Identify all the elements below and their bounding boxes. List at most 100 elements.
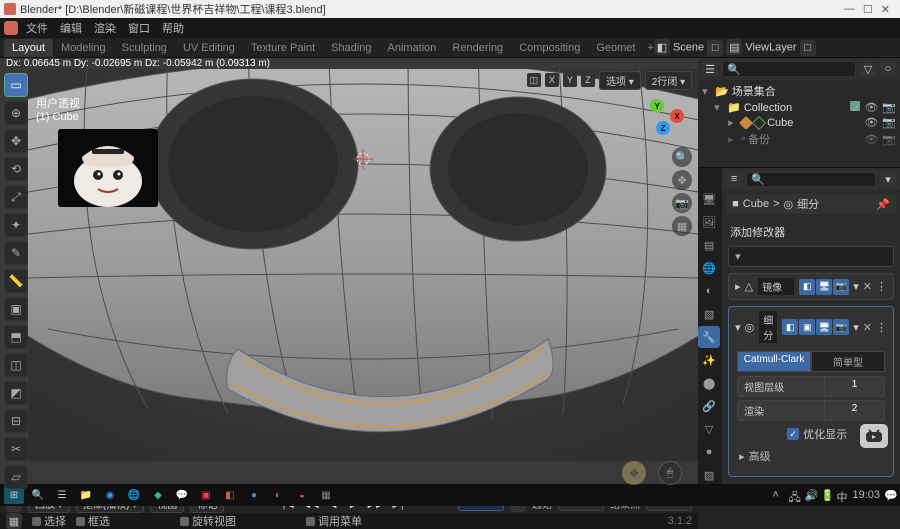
minimize-button[interactable]: — (844, 3, 855, 16)
menu-edit[interactable]: 编辑 (56, 20, 86, 36)
maximize-button[interactable]: ☐ (863, 3, 873, 16)
mod-display-realtime[interactable]: 🖥 (816, 279, 832, 295)
proptab-texture[interactable]: ▨ (698, 464, 720, 486)
proptab-render[interactable]: 🖥 (698, 188, 720, 210)
outliner-new-collection[interactable]: ○ (880, 61, 896, 77)
tab-uv[interactable]: UV Editing (175, 39, 243, 57)
outliner-collection[interactable]: ▾📁Collection ✓👁📷 (702, 100, 896, 115)
tool-move[interactable]: ✥ (4, 129, 28, 153)
modifier-remove-button[interactable]: ✕ (863, 280, 872, 293)
axis-lock-y[interactable]: Y (563, 73, 577, 87)
render-levels-field[interactable]: 2 (825, 400, 885, 421)
shading-dropdown[interactable]: 2行闭 ▾ (645, 71, 692, 90)
tab-sculpting[interactable]: Sculpting (114, 39, 175, 57)
scene-new-button[interactable]: □ (707, 40, 723, 56)
mod-dropdown[interactable]: ▾ (853, 321, 859, 334)
axis-lock-z[interactable]: Z (581, 73, 595, 87)
axis-overlay-split[interactable]: ◫ (527, 73, 541, 87)
tool-annotate[interactable]: ✎ (4, 241, 28, 265)
tab-shading[interactable]: Shading (323, 39, 379, 57)
tray-batt-icon[interactable]: 🔋 (820, 489, 832, 501)
props-editor-icon[interactable]: ≡ (726, 171, 742, 187)
proportional-dropdown[interactable]: 选项 ▾ (599, 71, 641, 90)
modifier-name-field[interactable]: 细分 (758, 310, 778, 344)
axis-lock-x[interactable]: X (545, 73, 559, 87)
orientation-gizmo[interactable]: X Y Z (642, 97, 682, 137)
tray-ime-icon[interactable]: 中 (836, 489, 848, 501)
modifier-collapse-icon[interactable]: ▸ (735, 280, 741, 293)
modifier-collapse-icon[interactable]: ▾ (735, 321, 741, 334)
props-search[interactable]: 🔍 (746, 172, 876, 187)
viewport-levels-field[interactable]: 1 (825, 376, 885, 397)
mod-display-editmode[interactable]: ◧ (799, 279, 815, 295)
add-modifier-dropdown[interactable]: ▾ (728, 246, 894, 267)
tab-animation[interactable]: Animation (380, 39, 445, 57)
mod-display-render[interactable]: 📷 (833, 279, 849, 295)
menu-window[interactable]: 窗口 (124, 20, 154, 36)
tool-inset[interactable]: ◫ (4, 353, 28, 377)
zoom-button[interactable]: 🔍 (672, 147, 692, 167)
menu-help[interactable]: 帮助 (158, 20, 188, 36)
reference-image[interactable] (58, 129, 158, 207)
viewlayer-new-button[interactable]: □ (800, 40, 816, 56)
tool-rotate[interactable]: ⟲ (4, 157, 28, 181)
mod-display-cage[interactable]: ▣ (799, 319, 815, 335)
outliner-search[interactable]: 🔍 (722, 61, 856, 77)
proptab-output[interactable]: 🖼 (698, 211, 720, 233)
proptab-viewlayer[interactable]: ▤ (698, 234, 720, 256)
tool-polybuild[interactable]: ▱ (4, 465, 28, 489)
task-app5[interactable]: ◐ (268, 486, 288, 504)
proptab-object[interactable]: ▧ (698, 303, 720, 325)
proptab-physics[interactable]: ⬤ (698, 372, 720, 394)
mod-extras[interactable]: ⋮ (876, 321, 887, 334)
task-app4[interactable]: ● (244, 486, 264, 504)
subdiv-type-catmull[interactable]: Catmull-Clark (737, 351, 811, 372)
3d-viewport[interactable]: ◫ X Y Z 选项 ▾ 2行闭 ▾ 用户透视 (1) Cube (28, 69, 698, 493)
task-blender[interactable]: ◒ (292, 486, 312, 504)
task-chrome[interactable]: 🌐 (124, 486, 144, 504)
subdiv-type-simple[interactable]: 简单型 (811, 351, 885, 372)
tray-up-icon[interactable]: ˄ (772, 489, 784, 501)
viewlayer-field[interactable]: ViewLayer (745, 42, 796, 54)
mod-display-render[interactable]: 📷 (833, 319, 849, 335)
tool-loopcut[interactable]: ⊟ (4, 409, 28, 433)
task-app1[interactable]: ◆ (148, 486, 168, 504)
mod-dropdown[interactable]: ▾ (853, 280, 859, 293)
pan-button[interactable]: ✥ (672, 170, 692, 190)
task-explorer[interactable]: 📁 (76, 486, 96, 504)
tool-knife[interactable]: ✂ (4, 437, 28, 461)
tool-transform[interactable]: ✦ (4, 213, 28, 237)
tool-add-cube[interactable]: ▣ (4, 297, 28, 321)
outliner-type-icon[interactable]: ☰ (702, 61, 718, 77)
outliner-filter-button[interactable]: ▽ (860, 61, 876, 77)
proptab-scene[interactable]: 🌐 (698, 257, 720, 279)
proptab-modifiers[interactable]: 🔧 (698, 326, 720, 348)
camera-button[interactable]: 📷 (672, 193, 692, 213)
tool-select-box[interactable]: ▭ (4, 73, 28, 97)
tab-rendering[interactable]: Rendering (444, 39, 511, 57)
viewlayer-icon[interactable]: ▤ (726, 39, 742, 55)
outliner-item-cube[interactable]: ▸ Cube 👁📷 (702, 115, 896, 130)
tool-cursor[interactable]: ⊕ (4, 101, 28, 125)
task-app2[interactable]: ▣ (196, 486, 216, 504)
scene-icon[interactable]: ◧ (654, 39, 670, 55)
tray-net-icon[interactable]: 🖧 (788, 489, 800, 501)
proptab-particles[interactable]: ✨ (698, 349, 720, 371)
tray-notif-icon[interactable]: 💬 (884, 489, 896, 501)
menu-file[interactable]: 文件 (22, 20, 52, 36)
blender-icon[interactable] (4, 21, 18, 35)
tool-extrude[interactable]: ⬒ (4, 325, 28, 349)
proptab-world[interactable]: ◐ (698, 280, 720, 302)
tab-modeling[interactable]: Modeling (53, 39, 114, 57)
task-search[interactable]: 🔍 (28, 486, 48, 504)
modifier-name-field[interactable]: 镜像 (757, 277, 795, 296)
task-app6[interactable]: ▦ (316, 486, 336, 504)
menu-render[interactable]: 渲染 (90, 20, 120, 36)
outliner-scene-collection[interactable]: ▾📂场景集合 (702, 82, 896, 100)
perspective-button[interactable]: ▦ (672, 216, 692, 236)
proptab-material[interactable]: ● (698, 441, 720, 463)
task-wechat[interactable]: 💬 (172, 486, 192, 504)
props-breadcrumb[interactable]: ■ Cube > ◎ 细分 📌 (726, 194, 896, 214)
tool-measure[interactable]: 📏 (4, 269, 28, 293)
scene-field[interactable]: Scene (673, 42, 704, 54)
